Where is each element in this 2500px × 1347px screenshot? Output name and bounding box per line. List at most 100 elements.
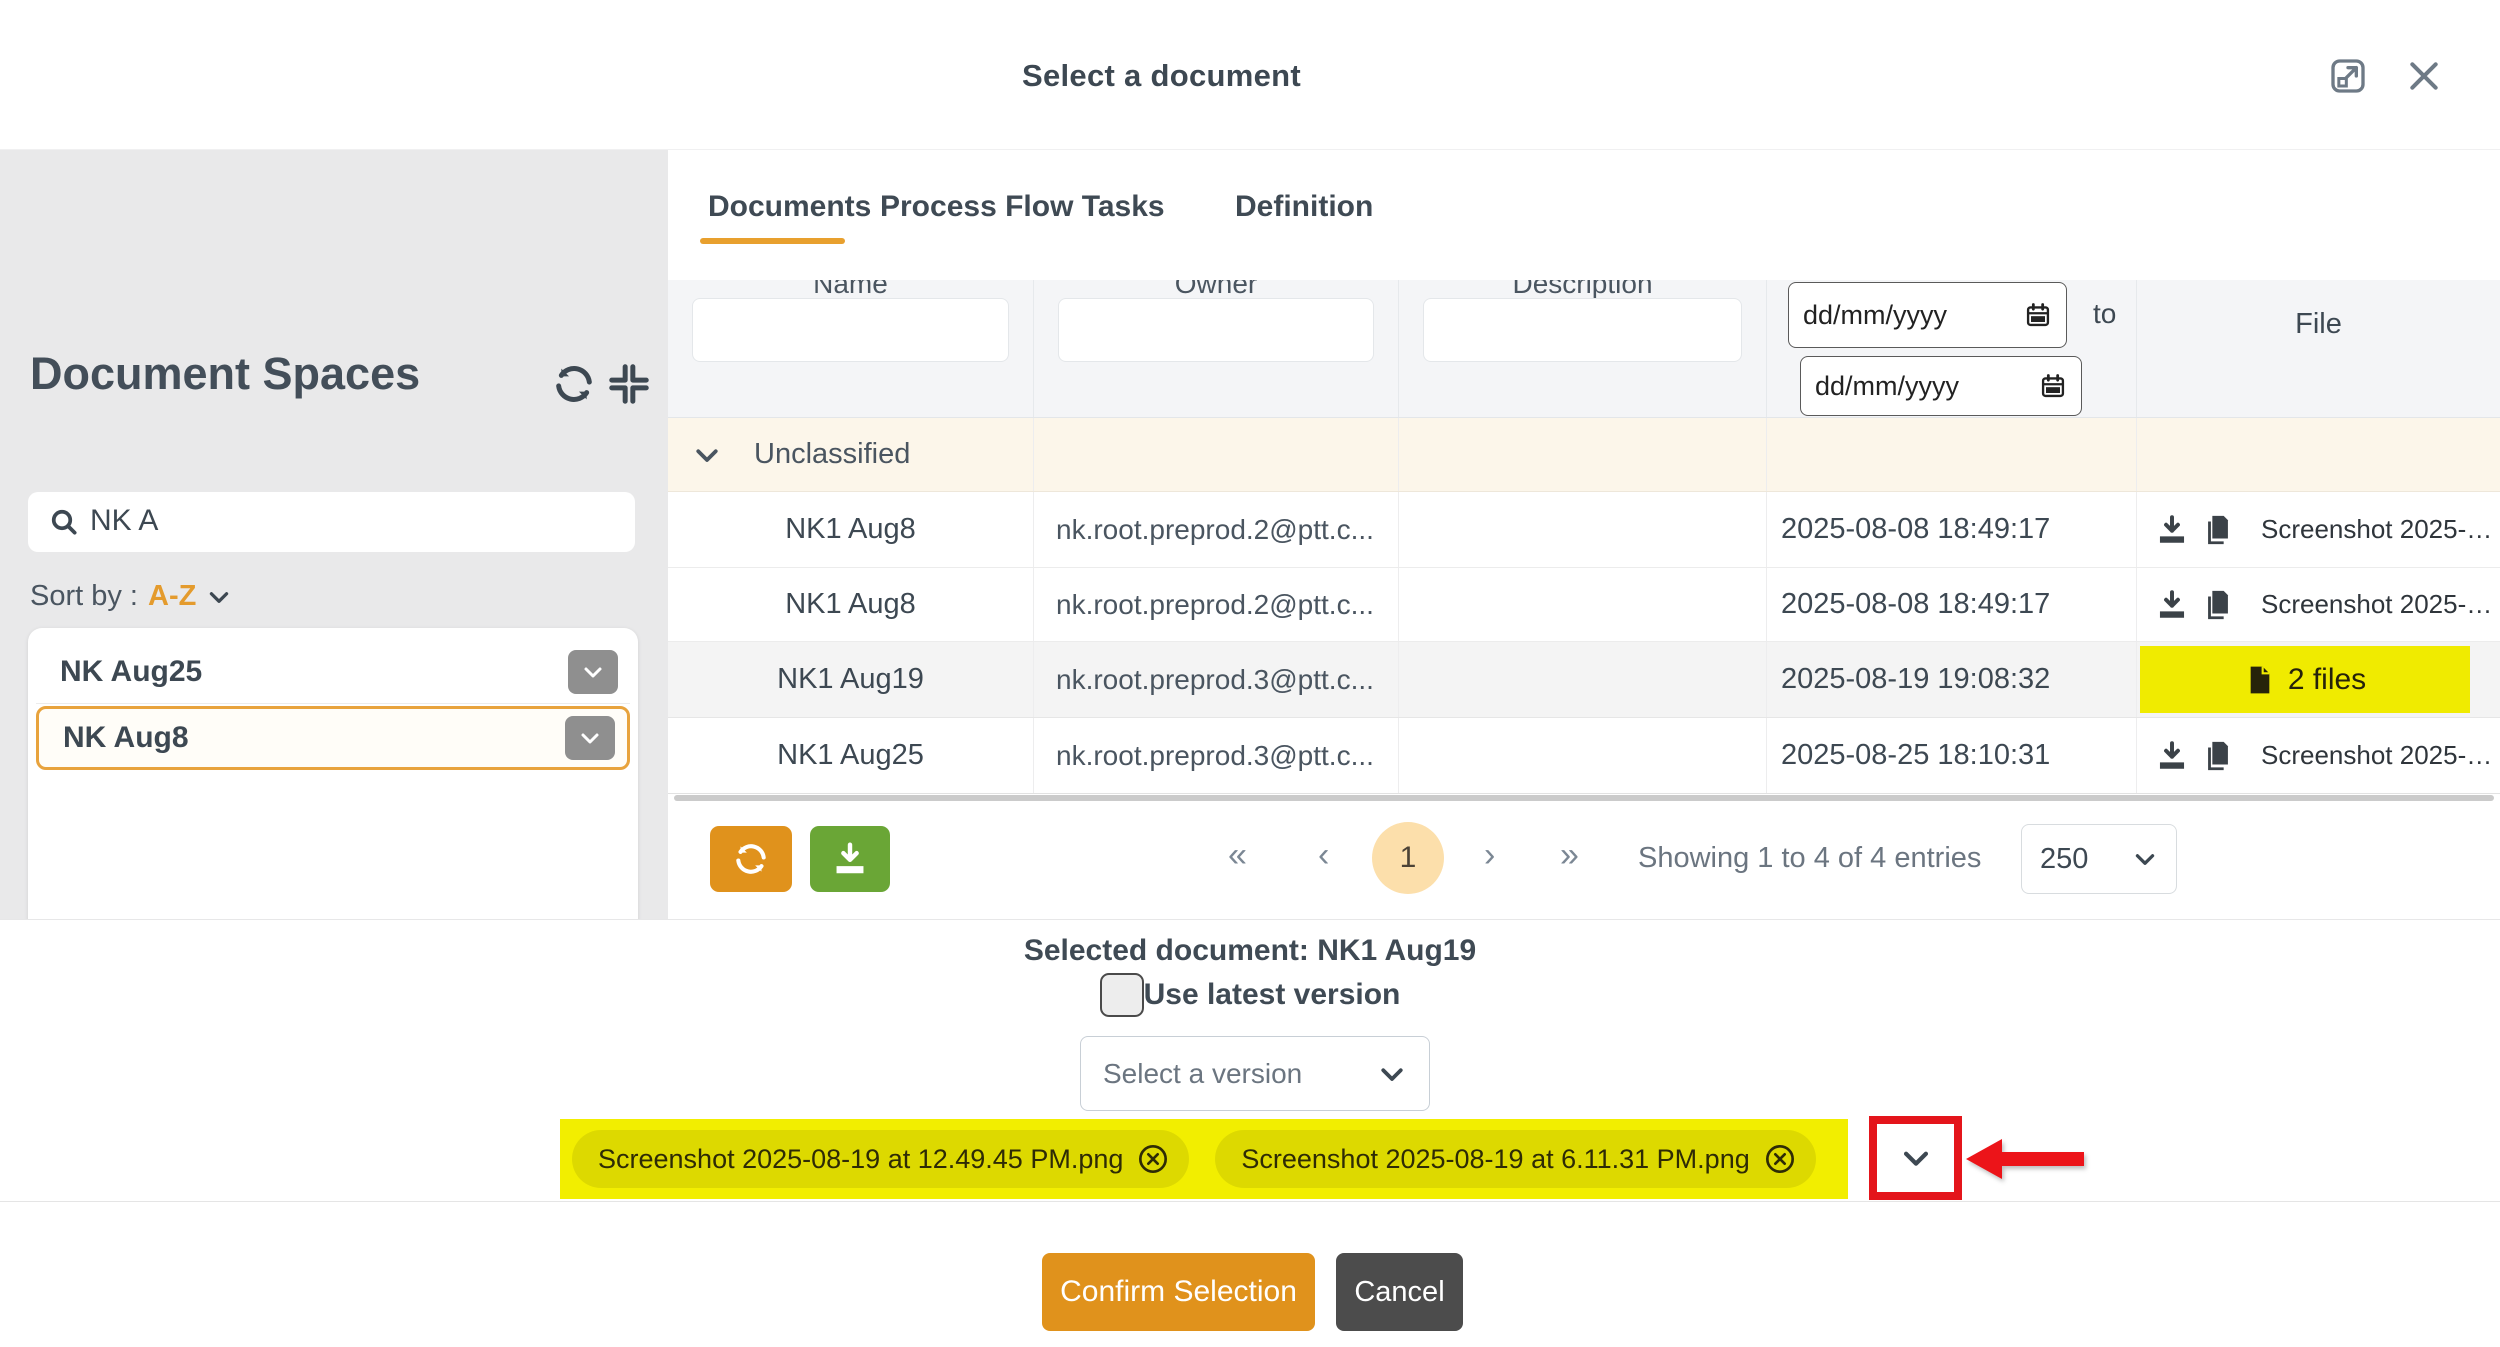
owner-filter-input[interactable] [1058,298,1374,362]
red-annotation-arrow [1966,1136,2088,1182]
doc-owner: nk.root.preprod.3@ptt.c... [1034,642,1399,717]
sort-label: Sort by : [30,580,138,613]
download-icon [831,840,869,878]
sort-value[interactable]: A-Z [148,580,196,613]
file-chip[interactable]: Screenshot 2025-08-19 at 6.11.31 PM.png [1215,1130,1815,1188]
document-spaces-sidebar: Document Spaces Sort by : A-Z NK Aug25 N… [0,150,668,919]
active-tab-underline [700,238,845,244]
file-icon [2244,664,2276,696]
description-filter-input[interactable] [1423,298,1742,362]
selected-document-label: Selected document: NK1 Aug19 [0,934,2500,968]
doc-description [1399,642,1767,717]
doc-name: NK1 Aug8 [668,492,1034,567]
date-to-input[interactable]: dd/mm/yyyy [1800,356,2082,416]
first-page-button[interactable]: « [1228,836,1247,875]
copy-icon[interactable] [2201,513,2235,547]
column-header-description: Description [1399,280,1766,300]
prev-page-button[interactable]: ‹ [1318,836,1329,875]
refresh-table-button[interactable] [710,826,792,892]
chevron-down-icon [581,660,605,684]
space-search-input[interactable] [90,492,610,550]
table-row[interactable]: NK1 Aug25 nk.root.preprod.3@ptt.c... 202… [668,718,2500,794]
version-select[interactable]: Select a version [1080,1036,1430,1111]
next-page-button[interactable]: › [1484,836,1495,875]
table-row[interactable]: NK1 Aug8 nk.root.preprod.2@ptt.c... 2025… [668,492,2500,568]
doc-modified: 2025-08-19 19:08:32 [1767,642,2137,717]
space-item-nk-aug8-selected[interactable]: NK Aug8 [36,706,630,770]
chevron-down-icon [2132,846,2158,872]
column-file: File [2137,280,2500,418]
collapse-icon[interactable] [606,361,652,407]
download-button[interactable] [810,826,890,892]
horizontal-scrollbar[interactable] [674,795,2494,801]
table-filter-header: Name Owner Description dd/mm/yyyy to dd/… [668,280,2500,418]
page-size-select[interactable]: 250 [2021,824,2177,894]
tab-process-flow-tasks[interactable]: Process Flow Tasks [880,190,1165,224]
table-row[interactable]: NK1 Aug8 nk.root.preprod.2@ptt.c... 2025… [668,568,2500,642]
space-dropdown-button[interactable] [568,650,618,694]
name-filter-input[interactable] [692,298,1009,362]
table-row-selected[interactable]: NK1 Aug19 nk.root.preprod.3@ptt.c... 202… [668,642,2500,718]
refresh-icon[interactable] [551,361,597,407]
version-placeholder: Select a version [1103,1058,1302,1090]
files-dropdown-toggle-highlighted[interactable] [1869,1116,1962,1200]
doc-description [1399,492,1767,567]
doc-owner: nk.root.preprod.2@ptt.c... [1034,492,1399,567]
doc-name: NK1 Aug8 [668,568,1034,641]
file-chip-name: Screenshot 2025-08-19 at 12.49.45 PM.png [598,1144,1123,1175]
calendar-icon[interactable] [2024,301,2052,329]
doc-name: NK1 Aug25 [668,718,1034,793]
space-dropdown-button[interactable] [565,716,615,760]
use-latest-label: Use latest version [1144,978,1401,1012]
space-item-nk-aug25[interactable]: NK Aug25 [36,640,630,704]
tab-documents[interactable]: Documents [708,190,871,224]
current-page-indicator[interactable]: 1 [1372,822,1444,894]
column-header-file: File [2137,308,2500,341]
doc-modified: 2025-08-08 18:49:17 [1767,568,2137,641]
column-header-owner: Owner [1034,280,1398,300]
column-owner: Owner [1034,280,1399,418]
doc-description [1399,718,1767,793]
column-description: Description [1399,280,1767,418]
confirm-selection-button[interactable]: Confirm Selection [1042,1253,1315,1331]
last-page-button[interactable]: » [1560,836,1579,875]
date-to-placeholder: dd/mm/yyyy [1815,371,1959,402]
column-header-name: Name [668,280,1033,300]
group-row-unclassified[interactable]: Unclassified [668,418,2500,492]
download-icon[interactable] [2155,513,2189,547]
space-name: NK Aug8 [63,721,189,755]
file-link[interactable]: Screenshot 2025-08... [2261,514,2500,545]
doc-owner: nk.root.preprod.3@ptt.c... [1034,718,1399,793]
sort-control: Sort by : A-Z [30,580,232,613]
chevron-down-icon[interactable] [206,584,232,610]
files-count-label: 2 files [2288,663,2366,697]
file-link[interactable]: Screenshot 2025-08... [2261,589,2500,620]
modal-title: Select a document [1022,58,1301,94]
calendar-icon[interactable] [2039,372,2067,400]
date-to-label: to [2093,298,2116,330]
files-count-badge[interactable]: 2 files [2140,646,2470,713]
doc-description [1399,568,1767,641]
doc-modified: 2025-08-08 18:49:17 [1767,492,2137,567]
chevron-down-icon[interactable] [692,440,722,470]
tab-definition[interactable]: Definition [1235,190,1373,224]
remove-file-icon[interactable] [1764,1143,1796,1175]
download-icon[interactable] [2155,588,2189,622]
space-name: NK Aug25 [60,655,202,689]
space-search-box [28,492,635,552]
remove-file-icon[interactable] [1137,1143,1169,1175]
use-latest-row: Use latest version [0,973,2500,1017]
use-latest-checkbox[interactable] [1100,973,1144,1017]
copy-icon[interactable] [2201,588,2235,622]
download-icon[interactable] [2155,739,2189,773]
date-from-placeholder: dd/mm/yyyy [1803,300,1947,331]
expand-icon[interactable] [2328,56,2368,96]
column-name: Name [668,280,1034,418]
copy-icon[interactable] [2201,739,2235,773]
cancel-button[interactable]: Cancel [1336,1253,1463,1331]
close-icon[interactable] [2404,56,2444,96]
file-chip[interactable]: Screenshot 2025-08-19 at 12.49.45 PM.png [572,1130,1189,1188]
modal-header: Select a document [0,0,2500,150]
date-from-input[interactable]: dd/mm/yyyy [1788,282,2067,348]
file-link[interactable]: Screenshot 2025-08... [2261,740,2500,771]
